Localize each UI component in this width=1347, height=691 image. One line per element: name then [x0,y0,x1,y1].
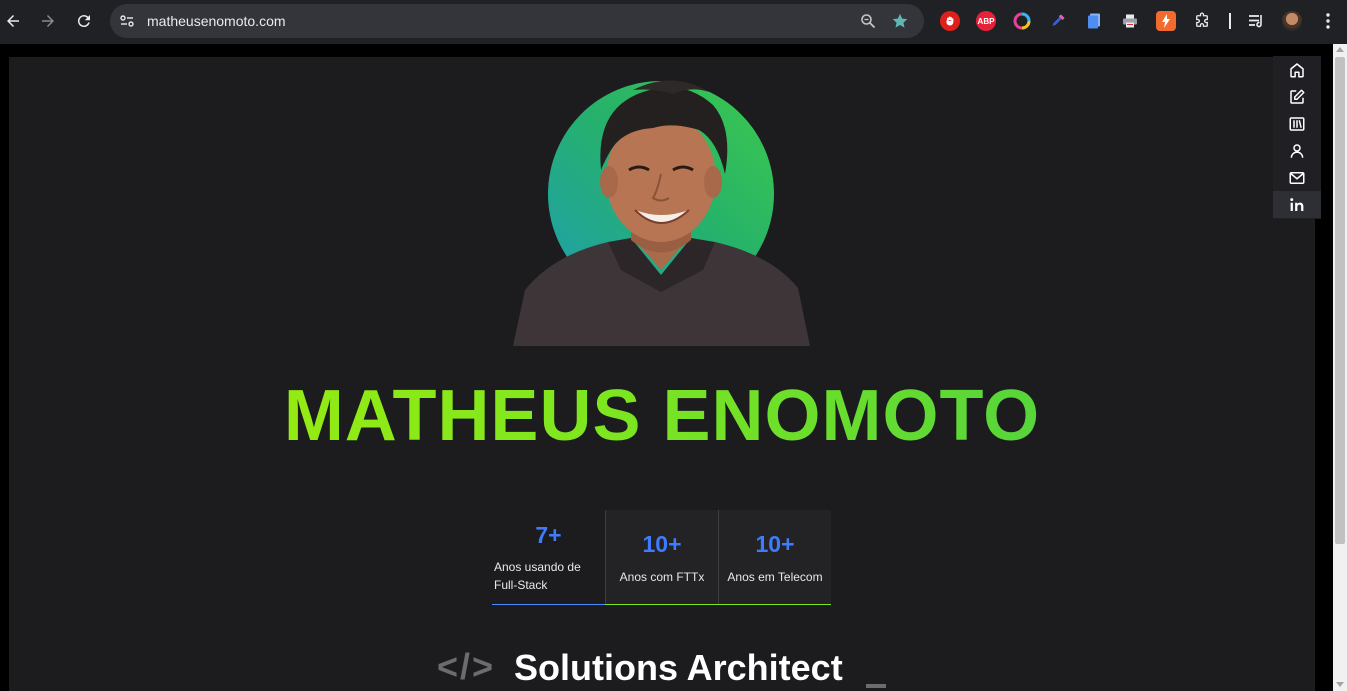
mail-icon [1289,171,1305,184]
code-tag-icon: </> [437,646,496,687]
stat-label: Anos com FTTx [619,570,705,584]
extensions-puzzle-icon[interactable] [1192,11,1212,31]
scroll-up-arrow-icon[interactable] [1336,47,1344,52]
stat-label: Anos em Telecom [727,570,823,584]
arrow-left-icon [7,15,19,27]
scroll-down-arrow-icon[interactable] [1336,682,1344,687]
stat-card: 10+ Anos com FTTx [605,510,718,604]
stat-label: Anos usando de Full-Stack [494,560,581,592]
docs-extension-icon[interactable] [1084,11,1104,31]
web-page: MATHEUS ENOMOTO 7+ Anos usando de Full-S… [0,44,1333,691]
stat-value: 10+ [642,531,682,557]
url-text[interactable]: matheusenomoto.com [147,13,286,29]
printer-extension-icon[interactable] [1120,11,1140,31]
adblock-plus-icon[interactable]: ABP [976,11,996,31]
adblock-label: ABP [977,16,995,26]
edit-icon [1290,89,1305,104]
site-settings-icon[interactable] [117,11,137,31]
stat-value: 7+ [535,522,562,548]
linkedin-icon [1290,197,1304,211]
reload-button[interactable] [72,9,96,33]
lightning-extension-icon[interactable] [1156,11,1176,31]
nav-edit[interactable] [1273,83,1321,110]
more-menu-icon[interactable] [1318,11,1338,31]
home-icon [1290,62,1304,77]
typing-cursor [866,684,886,688]
profile-avatar-icon[interactable] [1282,11,1302,31]
forward-button[interactable] [36,9,60,33]
user-icon [1290,143,1304,158]
stat-card: 10+ Anos em Telecom [718,510,831,604]
stat-card: 7+ Anos usando de Full-Stack [492,510,605,604]
library-icon [1289,116,1305,131]
color-picker-icon[interactable] [1048,11,1068,31]
hero-section: MATHEUS ENOMOTO 7+ Anos usando de Full-S… [9,57,1315,691]
stats-panel: 7+ Anos usando de Full-Stack 10+ Anos co… [492,510,831,605]
back-button[interactable] [1,9,25,33]
toolbar-divider [1229,13,1231,29]
stat-value: 10+ [755,531,795,557]
hero-name-heading: MATHEUS ENOMOTO [9,375,1315,457]
reload-icon [77,15,90,28]
bookmark-star-icon[interactable] [890,11,910,31]
nav-about[interactable] [1273,137,1321,164]
stop-extension-icon[interactable] [940,11,960,31]
address-bar[interactable]: matheusenomoto.com [110,4,924,38]
profile-photo [513,70,813,346]
scrollbar-thumb[interactable] [1335,57,1345,544]
media-queue-icon[interactable] [1246,11,1266,31]
nav-linkedin[interactable] [1273,191,1321,218]
nav-library[interactable] [1273,110,1321,137]
nav-contact[interactable] [1273,164,1321,191]
nav-home[interactable] [1273,56,1321,83]
browser-toolbar: matheusenomoto.com ABP [0,0,1347,44]
color-ring-extension-icon[interactable] [1012,11,1032,31]
arrow-right-icon [42,15,54,27]
role-title: Solutions Architect [514,647,843,688]
side-nav [1273,56,1321,219]
zoom-icon[interactable] [858,11,878,31]
